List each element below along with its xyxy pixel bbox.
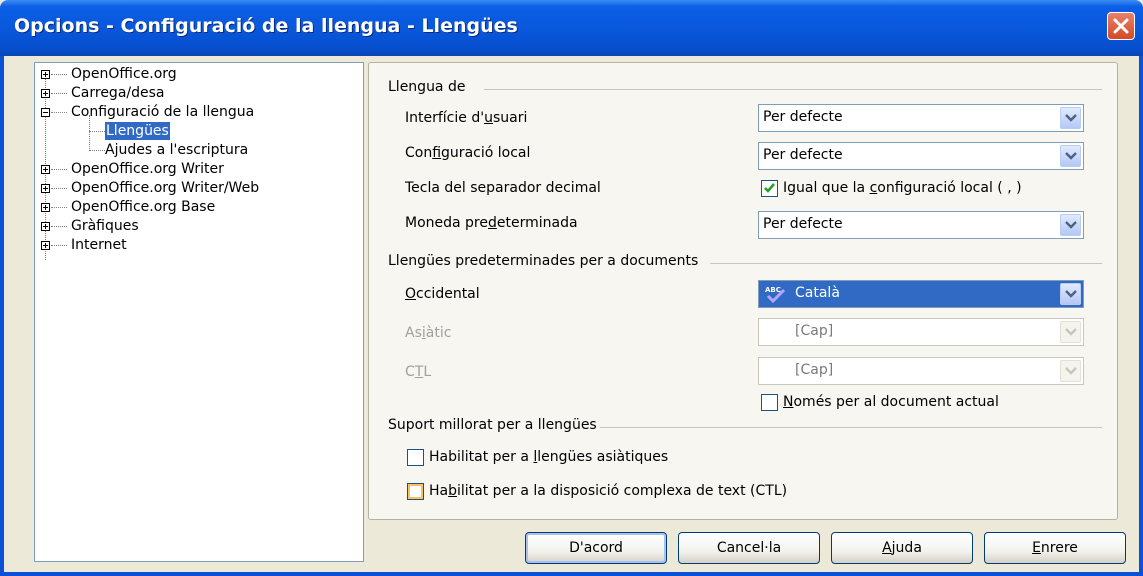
dropdown-button[interactable] xyxy=(1060,107,1081,129)
tree-item-label: Ajudes a l'escriptura xyxy=(105,142,249,158)
only-current-document-checkbox[interactable] xyxy=(761,394,778,411)
ui-language-dropdown[interactable]: Per defecte xyxy=(758,104,1084,132)
window-frame-right xyxy=(1139,56,1143,576)
dropdown-button[interactable] xyxy=(1060,145,1081,167)
dropdown-button[interactable] xyxy=(1060,214,1081,236)
default-currency-dropdown[interactable]: Per defecte xyxy=(758,211,1084,239)
dropdown-button[interactable] xyxy=(1060,321,1081,343)
expand-plus-icon[interactable] xyxy=(41,222,50,231)
window-title: Opcions - Configuració de la llengua - L… xyxy=(14,15,518,37)
section-default-languages: Llengües predeterminades per a documents xyxy=(388,253,699,269)
chevron-down-icon xyxy=(1065,328,1077,336)
chevron-down-icon xyxy=(1065,152,1077,160)
help-button[interactable]: Ajuda xyxy=(831,532,973,564)
close-button[interactable] xyxy=(1107,12,1135,40)
dropdown-value: Català xyxy=(795,285,840,301)
options-tree[interactable]: OpenOffice.org Carrega/desa Configuració… xyxy=(34,62,364,562)
tree-item-label: OpenOffice.org Base xyxy=(71,199,216,215)
tree-item-label: Configuració de la llengua xyxy=(71,104,255,120)
expand-plus-icon[interactable] xyxy=(41,203,50,212)
dropdown-button[interactable] xyxy=(1060,360,1081,382)
ctl-language-dropdown[interactable]: [Cap] xyxy=(758,357,1084,385)
chevron-down-icon xyxy=(1065,221,1077,229)
western-language-dropdown[interactable]: ABC Català xyxy=(758,280,1084,308)
dropdown-value: [Cap] xyxy=(795,323,834,339)
tree-item-label: OpenOffice.org xyxy=(71,66,177,82)
locale-setting-dropdown[interactable]: Per defecte xyxy=(758,142,1084,170)
decimal-separator-checkbox[interactable] xyxy=(761,180,778,197)
chevron-down-icon xyxy=(1065,114,1077,122)
tree-item-label: OpenOffice.org Writer xyxy=(71,161,224,177)
section-enhanced-support: Suport millorat per a llengües xyxy=(388,417,597,433)
dropdown-value: Per defecte xyxy=(763,147,843,163)
collapse-minus-icon[interactable] xyxy=(41,108,50,117)
asian-language-dropdown[interactable]: [Cap] xyxy=(758,318,1084,346)
tree-item-label: Carrega/desa xyxy=(71,85,165,101)
locale-setting-label: Configuració local xyxy=(405,145,531,161)
checkmark-icon xyxy=(764,183,775,193)
separator xyxy=(710,263,1102,264)
western-language-label: Occidental xyxy=(405,286,480,302)
asian-languages-checkbox[interactable] xyxy=(407,449,424,466)
expand-plus-icon[interactable] xyxy=(41,184,50,193)
cancel-button[interactable]: Cancel·la xyxy=(678,532,820,564)
tree-item-label: Llengües xyxy=(105,122,170,140)
decimal-separator-check-label: Igual que la configuració local ( , ) xyxy=(783,180,1022,196)
tree-item-label: Internet xyxy=(71,237,127,253)
separator xyxy=(600,427,1102,428)
dropdown-value: [Cap] xyxy=(795,362,834,378)
svg-text:ABC: ABC xyxy=(765,286,781,294)
expand-plus-icon[interactable] xyxy=(41,70,50,79)
chevron-down-icon xyxy=(1065,290,1077,298)
back-button[interactable]: Enrere xyxy=(984,532,1126,564)
dropdown-value: Per defecte xyxy=(763,216,843,232)
dropdown-button[interactable] xyxy=(1060,283,1081,305)
title-bar[interactable]: Opcions - Configuració de la llengua - L… xyxy=(0,0,1143,56)
window-frame-left xyxy=(0,56,4,576)
chevron-down-icon xyxy=(1065,367,1077,375)
asian-language-label: Asiàtic xyxy=(405,325,452,341)
tree-item-label: OpenOffice.org Writer/Web xyxy=(71,180,260,196)
asian-languages-label: Habilitat per a llengües asiàtiques xyxy=(429,449,669,465)
only-current-document-label: Només per al document actual xyxy=(783,394,999,410)
expand-plus-icon[interactable] xyxy=(41,241,50,250)
ctl-language-label: CTL xyxy=(405,364,432,380)
close-icon xyxy=(1113,18,1129,34)
decimal-separator-label: Tecla del separador decimal xyxy=(405,180,601,196)
ctl-layout-label: Habilitat per a la disposició complexa d… xyxy=(429,483,788,499)
section-language-of: Llengua de xyxy=(388,79,466,95)
separator xyxy=(484,89,1102,90)
default-currency-label: Moneda predeterminada xyxy=(405,215,578,231)
expand-plus-icon[interactable] xyxy=(41,89,50,98)
window-frame-bottom xyxy=(0,572,1143,576)
ui-language-label: Interfície d'usuari xyxy=(405,110,528,126)
expand-plus-icon[interactable] xyxy=(41,165,50,174)
spellcheck-icon: ABC xyxy=(765,286,786,303)
ok-button[interactable]: D'acord xyxy=(525,532,667,564)
tree-item-label: Gràfiques xyxy=(71,218,139,234)
ctl-layout-checkbox[interactable] xyxy=(407,483,424,500)
dropdown-value: Per defecte xyxy=(763,109,843,125)
